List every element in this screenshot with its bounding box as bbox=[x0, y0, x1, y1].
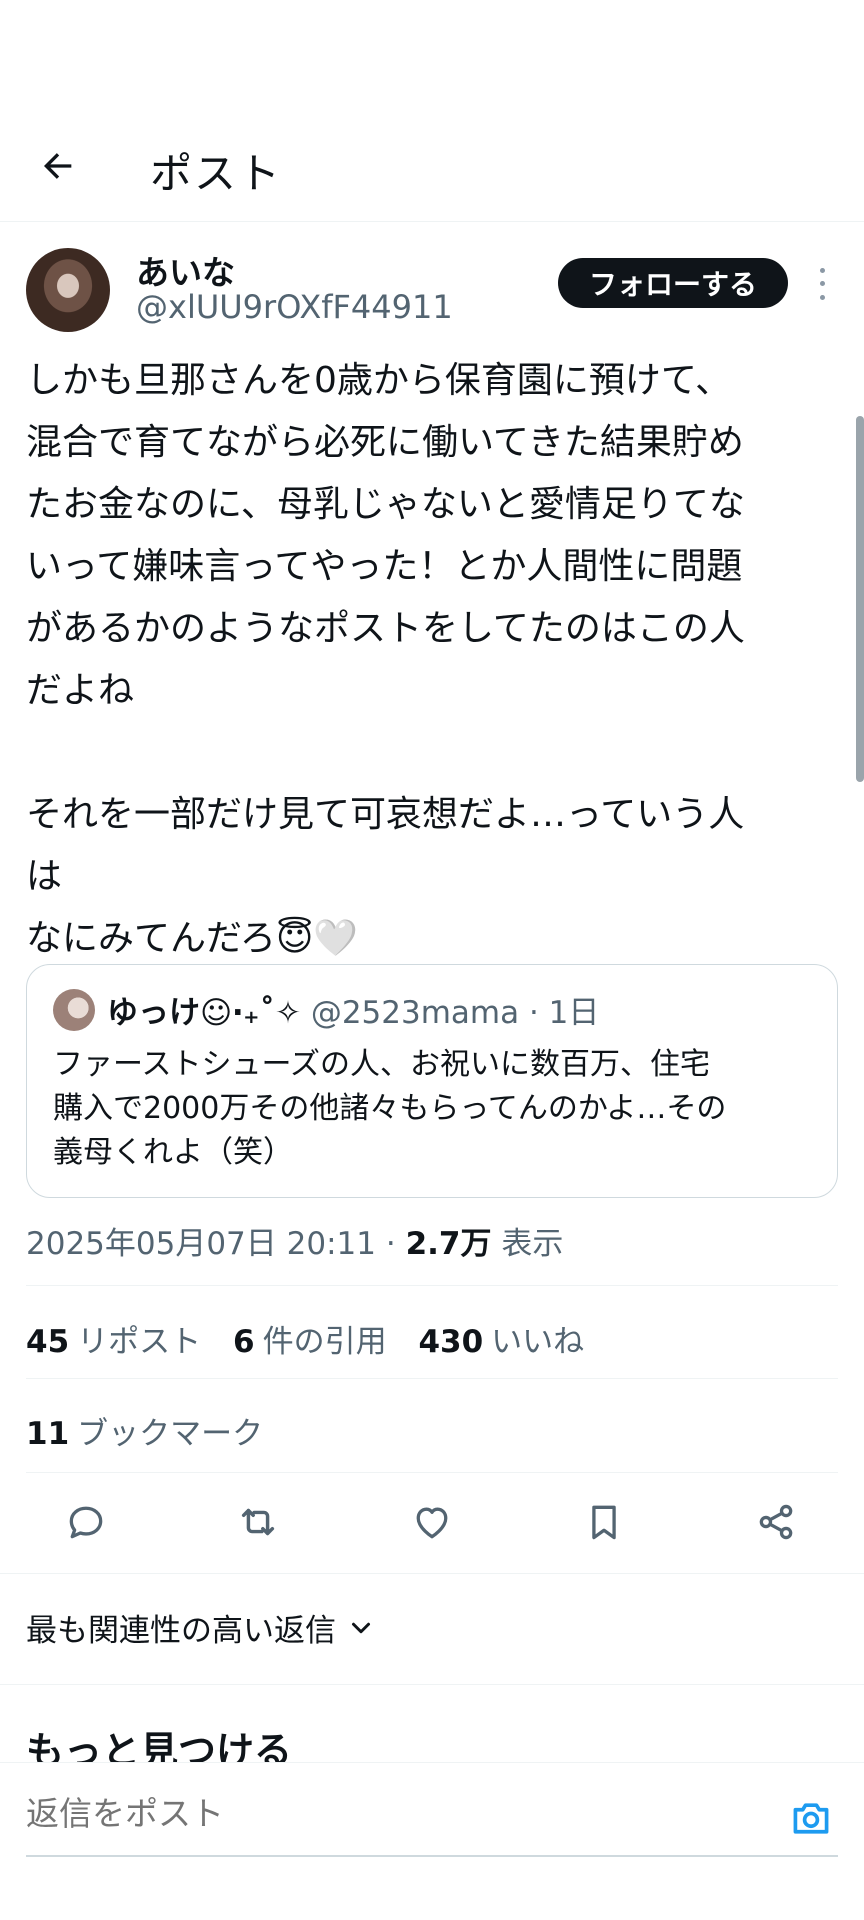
reply-underline bbox=[26, 1855, 838, 1857]
quoted-post[interactable]: ゆっけ☺︎‧₊˚✧ @2523mama · 1日 ファーストシューズの人、お祝い… bbox=[26, 964, 838, 1198]
camera-icon[interactable] bbox=[786, 1793, 836, 1843]
action-bar bbox=[0, 1492, 864, 1552]
quoted-post-header: ゆっけ☺︎‧₊˚✧ @2523mama · 1日 bbox=[107, 987, 599, 1032]
divider bbox=[26, 1472, 838, 1473]
author-name[interactable]: あいな bbox=[136, 246, 235, 294]
reply-icon[interactable] bbox=[62, 1498, 110, 1546]
scrollbar[interactable] bbox=[856, 416, 864, 782]
like-icon[interactable] bbox=[408, 1498, 456, 1546]
author-handle[interactable]: @xlUU9rOXfF44911 bbox=[136, 288, 453, 326]
reposts-label: リポスト bbox=[77, 1324, 202, 1360]
views-count: 2.7万 bbox=[405, 1226, 492, 1262]
quoted-author-handle: @2523mama bbox=[310, 995, 520, 1031]
chevron-down-icon bbox=[352, 1622, 370, 1633]
post-date: 2025年05月07日 20:11 bbox=[26, 1226, 376, 1262]
divider bbox=[26, 1285, 838, 1286]
top-bar: ポスト bbox=[0, 110, 864, 222]
quotes-label: 件の引用 bbox=[262, 1324, 387, 1360]
bookmarks-count: 11 bbox=[26, 1416, 70, 1452]
divider bbox=[26, 1378, 838, 1379]
quoted-author-name: ゆっけ☺︎‧₊˚✧ bbox=[107, 995, 301, 1031]
bookmarks-stat[interactable]: 11 ブックマーク bbox=[26, 1408, 263, 1453]
follow-button[interactable]: フォローする bbox=[558, 258, 788, 308]
post-timestamp: 2025年05月07日 20:11 · 2.7万 表示 bbox=[26, 1218, 563, 1263]
divider bbox=[0, 1573, 864, 1574]
quotes-stat[interactable]: 6 件の引用 bbox=[233, 1324, 387, 1360]
bookmarks-label: ブックマーク bbox=[77, 1416, 264, 1452]
reply-sort-label: 最も関連性の高い返信 bbox=[26, 1613, 336, 1649]
reposts-stat[interactable]: 45 リポスト bbox=[26, 1324, 201, 1360]
page-title: ポスト bbox=[150, 149, 283, 198]
quotes-count: 6 bbox=[233, 1324, 255, 1360]
views-label: 表示 bbox=[501, 1226, 564, 1262]
quoted-post-time: 1日 bbox=[548, 995, 600, 1031]
post-text: しかも旦那さんを0歳から保育園に預けて、 混合で育てながら必死に働いてきた結果貯… bbox=[26, 360, 745, 959]
quoted-post-text: ファーストシューズの人、お祝いに数百万、住宅 購入で2000万その他諸々もらって… bbox=[53, 1047, 727, 1170]
quoted-separator: · bbox=[528, 995, 549, 1031]
reply-input[interactable] bbox=[26, 1795, 726, 1833]
engagement-stats: 45 リポスト 6 件の引用 430 いいね bbox=[26, 1316, 606, 1361]
likes-count: 430 bbox=[418, 1324, 484, 1360]
more-options-icon[interactable] bbox=[808, 264, 836, 304]
quoted-author-avatar bbox=[53, 989, 95, 1031]
likes-label: いいね bbox=[491, 1324, 585, 1360]
meta-separator: · bbox=[385, 1226, 406, 1262]
author-avatar[interactable] bbox=[26, 248, 110, 332]
back-arrow-icon[interactable] bbox=[34, 142, 82, 190]
reply-composer bbox=[0, 1762, 864, 1920]
divider bbox=[0, 1684, 864, 1685]
bookmark-icon[interactable] bbox=[580, 1498, 628, 1546]
share-icon[interactable] bbox=[752, 1498, 800, 1546]
reply-sort-dropdown[interactable]: 最も関連性の高い返信 bbox=[26, 1605, 376, 1650]
repost-icon[interactable] bbox=[234, 1498, 282, 1546]
reposts-count: 45 bbox=[26, 1324, 70, 1360]
likes-stat[interactable]: 430 いいね bbox=[418, 1324, 584, 1360]
